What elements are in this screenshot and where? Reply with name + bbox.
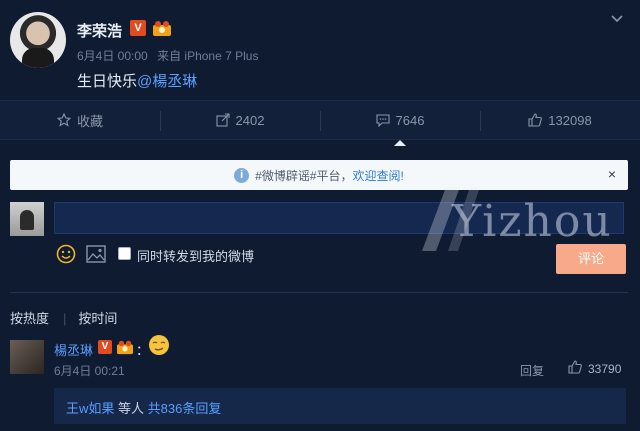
close-icon[interactable]: × (608, 166, 616, 182)
favorite-label: 收藏 (76, 113, 103, 129)
info-icon: i (234, 167, 250, 183)
tab-sort-time[interactable]: 按时间 (78, 311, 117, 326)
thumbs-up-icon (528, 113, 543, 127)
notice-text: #微博辟谣#平台， (255, 168, 353, 183)
submit-comment-button[interactable]: 评论 (556, 244, 626, 274)
current-user-avatar (10, 202, 44, 236)
post-text: 生日快乐 (77, 73, 138, 90)
post-content: 生日快乐@楊丞琳 (77, 70, 197, 91)
divider (10, 292, 628, 293)
crown-badge-icon (117, 340, 133, 355)
repost-count: 2402 (235, 112, 265, 128)
weibo-post: 李荣浩 V 6月4日 00:00 来自 iPhone 7 Plus 生日快乐@楊… (0, 0, 640, 100)
smirk-emoji-icon (149, 335, 169, 355)
comments-section: i #微博辟谣#平台， 欢迎查阅! × 同时转发到我的微博 评论 按热度 | 按时间… (0, 146, 640, 431)
star-icon (56, 113, 71, 127)
comment-reply-button[interactable]: 回复 (520, 362, 544, 379)
crown-badge-icon (153, 21, 171, 36)
comment-avatar[interactable] (10, 340, 44, 374)
like-count: 132098 (548, 112, 592, 128)
replies-total-link[interactable]: 共836条回复 (148, 401, 222, 416)
post-mention-link[interactable]: @楊丞琳 (137, 73, 197, 90)
tab-sort-hot[interactable]: 按热度 (10, 311, 49, 326)
replies-mid-text: 等人 (118, 401, 145, 416)
favorite-button[interactable]: 收藏 (0, 101, 160, 139)
verified-badge-icon: V (98, 340, 112, 354)
author-avatar[interactable] (10, 12, 66, 68)
notice-link[interactable]: 欢迎查阅! (353, 167, 404, 184)
action-bar: 收藏 2402 7646 132098 (0, 100, 640, 146)
chevron-down-icon[interactable] (610, 12, 624, 26)
post-time[interactable]: 6月4日 00:00 (77, 49, 148, 63)
watermark-text: Yizhou (452, 196, 613, 247)
repost-checkbox-label[interactable]: 同时转发到我的微博 (137, 246, 254, 265)
comment-author[interactable]: 楊丞琳 (54, 340, 93, 359)
emoji-icon[interactable] (56, 244, 76, 264)
rumor-notice-banner: i #微博辟谣#平台， 欢迎查阅! × (10, 160, 628, 190)
replies-user-link[interactable]: 王w如果 (66, 401, 114, 416)
repost-button[interactable]: 2402 (160, 101, 320, 139)
author-name[interactable]: 李荣浩 (77, 20, 122, 41)
repost-icon (215, 113, 230, 127)
thumbs-up-icon[interactable] (568, 360, 582, 374)
like-button[interactable]: 132098 (480, 101, 640, 139)
sort-tabs: 按热度 | 按时间 (10, 308, 131, 327)
comment-time: 6月4日 00:21 (54, 364, 125, 378)
comment-count: 7646 (395, 112, 425, 128)
comment-icon (375, 114, 390, 127)
comment-like-count: 33790 (588, 362, 622, 376)
verified-badge-icon: V (130, 20, 146, 36)
post-meta: 6月4日 00:00 来自 iPhone 7 Plus (77, 47, 264, 64)
comment-button[interactable]: 7646 (320, 101, 480, 146)
repost-checkbox[interactable] (118, 247, 131, 260)
image-icon[interactable] (86, 245, 106, 263)
tab-separator: | (63, 311, 67, 326)
replies-summary[interactable]: 王w如果 等人 共836条回复 (54, 388, 626, 424)
post-source: 来自 iPhone 7 Plus (157, 49, 259, 63)
